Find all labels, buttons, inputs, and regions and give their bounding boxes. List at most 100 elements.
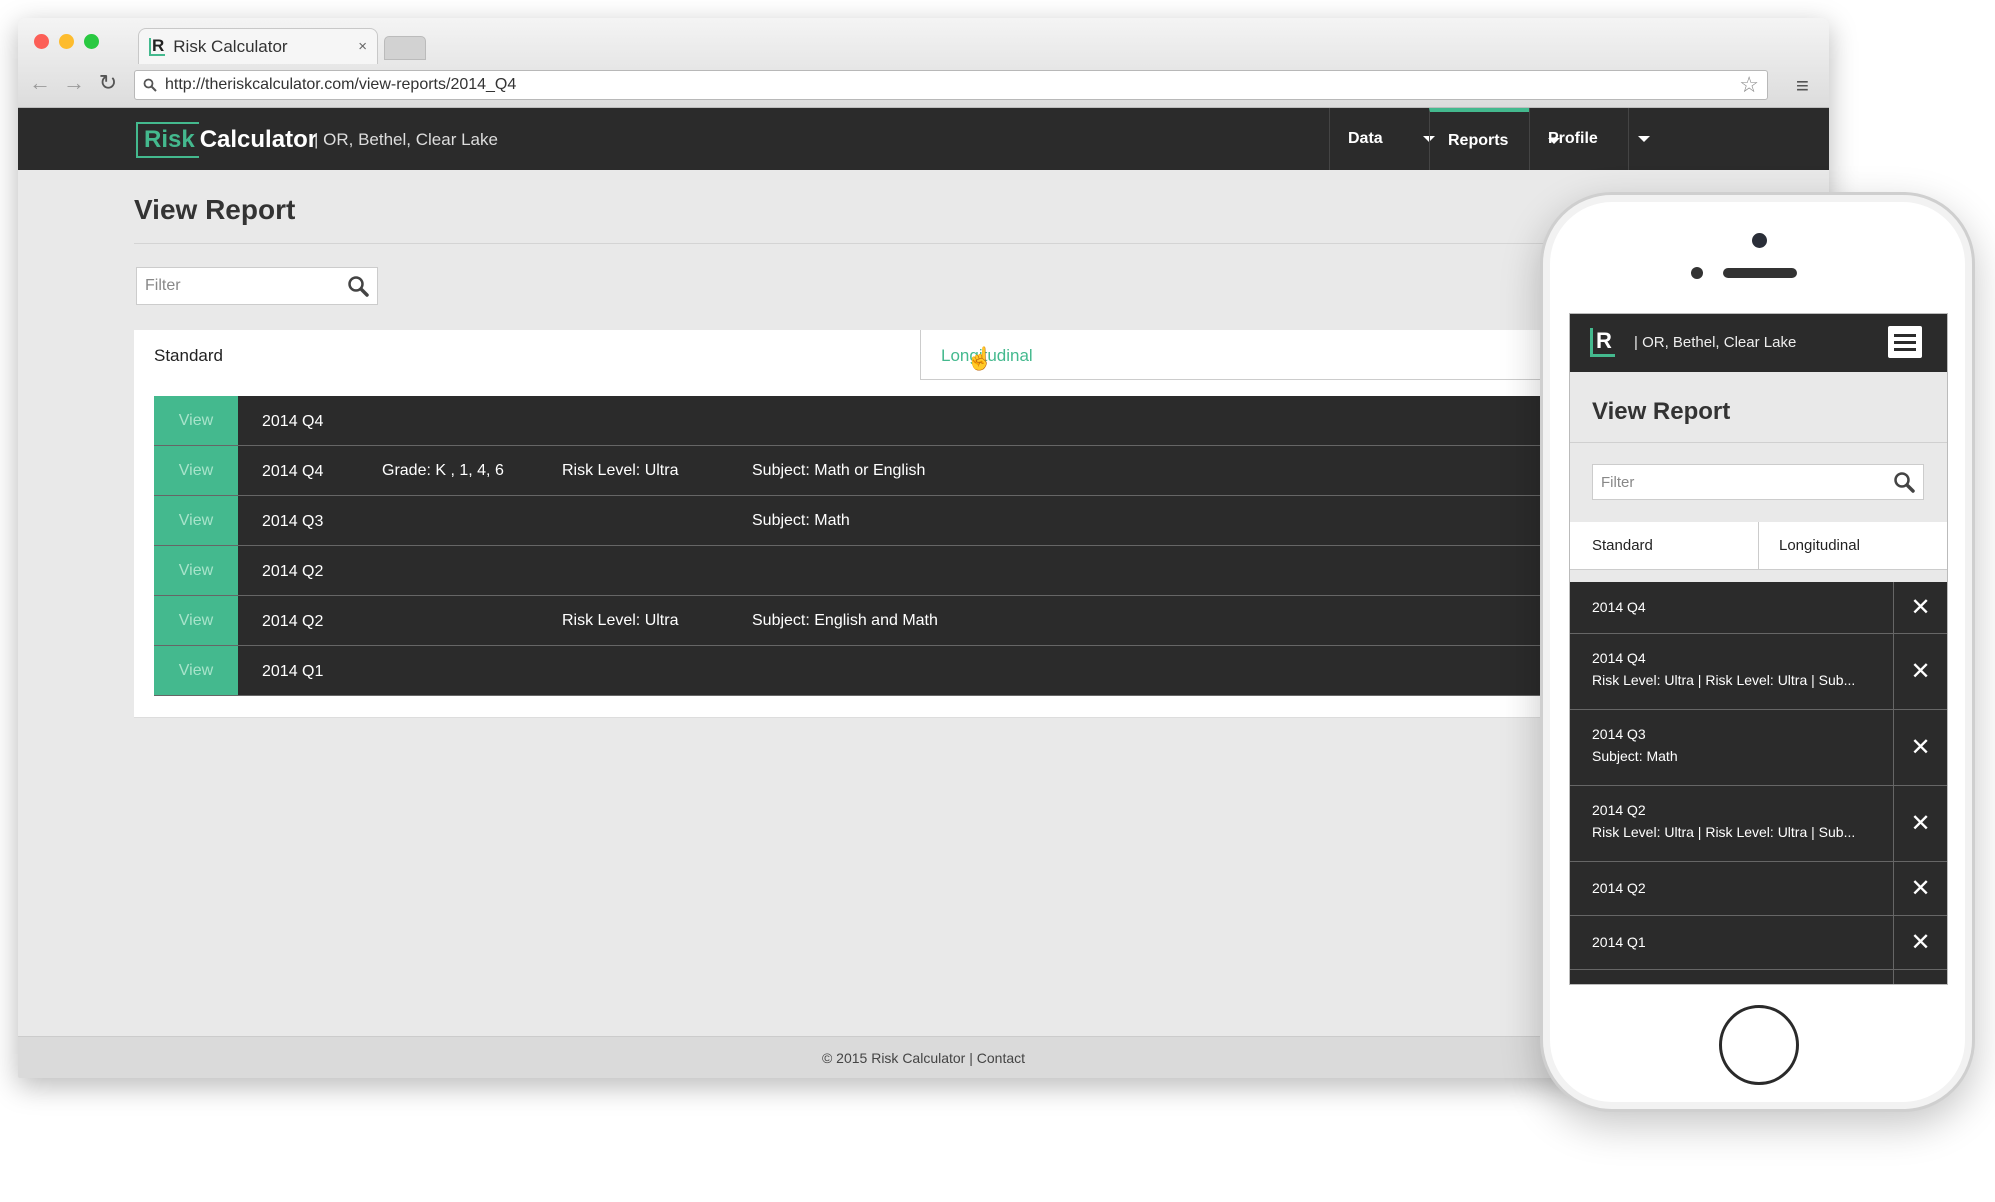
list-item[interactable]: 2014 Q2 Risk Level: Ultra | Risk Level: …: [1570, 786, 1947, 862]
close-icon[interactable]: ✕: [1893, 634, 1947, 709]
mobile-page-title: View Report: [1592, 398, 1731, 425]
tab-standard[interactable]: Standard: [154, 346, 223, 366]
close-icon[interactable]: ✕: [1893, 862, 1947, 915]
list-item[interactable]: 2014 Q1 ✕: [1570, 916, 1947, 970]
row-details: Subject: Math: [1592, 748, 1678, 764]
list-item[interactable]: 2014 Q4 ✕: [1570, 582, 1947, 634]
logo[interactable]: Risk Calculator: [136, 122, 317, 158]
filter-placeholder: Filter: [145, 277, 181, 294]
row-details: Risk Level: Ultra | Risk Level: Ultra | …: [1592, 824, 1856, 840]
view-button[interactable]: View: [154, 496, 238, 545]
list-item[interactable]: 2014 Q4 Risk Level: Ultra | Risk Level: …: [1570, 634, 1947, 710]
camera-icon: [1752, 233, 1767, 248]
period: 2014 Q3: [262, 513, 324, 530]
period: 2014 Q1: [262, 663, 324, 680]
speaker: [1723, 268, 1797, 278]
hamburger-menu-icon[interactable]: [1888, 326, 1922, 358]
subject: Subject: Math: [752, 512, 850, 529]
close-window-button[interactable]: [34, 34, 49, 49]
view-button[interactable]: View: [154, 446, 238, 495]
nav-data[interactable]: Data: [1329, 108, 1435, 170]
sensor: [1691, 267, 1703, 279]
forward-icon[interactable]: →: [62, 70, 86, 96]
view-button[interactable]: View: [154, 646, 238, 695]
nav-reports-label: Reports: [1448, 132, 1509, 149]
main-nav: Data Reports Profile: [1329, 108, 1650, 170]
minimize-window-button[interactable]: [59, 34, 74, 49]
period: 2014 Q4: [262, 463, 324, 480]
mobile-tab-longitudinal[interactable]: Longitudinal: [1758, 522, 1947, 570]
hand-cursor-icon: ☝: [966, 346, 994, 371]
close-icon[interactable]: ✕: [1893, 582, 1947, 633]
mobile-filter-placeholder: Filter: [1601, 473, 1635, 491]
row-period: 2014 Q4: [1592, 599, 1646, 615]
browser-chrome: R Risk Calculator × ← → ↻ http://therisk…: [18, 18, 1829, 108]
nav-profile[interactable]: Profile: [1529, 108, 1650, 170]
report-tabs: Standard Longitudinal: [134, 330, 1634, 380]
row-period: 2014 Q1: [1592, 934, 1646, 950]
mobile-filter-input[interactable]: Filter: [1592, 464, 1924, 500]
view-button[interactable]: View: [154, 396, 238, 445]
mobile-tab-standard[interactable]: Standard: [1592, 537, 1653, 554]
browser-tab[interactable]: R Risk Calculator ×: [138, 28, 378, 64]
period: 2014 Q2: [262, 613, 324, 630]
browser-nav: ← → ↻: [28, 70, 120, 96]
risk-level: Risk Level: Ultra: [562, 462, 679, 479]
list-item[interactable]: 2014 Q2 ✕: [1570, 862, 1947, 916]
close-icon[interactable]: ✕: [1893, 710, 1947, 785]
new-tab-button[interactable]: [384, 36, 426, 60]
nav-profile-label: Profile: [1548, 130, 1598, 147]
risk-level: Risk Level: Ultra: [562, 612, 679, 629]
mobile-report-list: 2014 Q4 ✕ 2014 Q4 Risk Level: Ultra | Ri…: [1570, 582, 1947, 984]
row-period: 2014 Q2: [1592, 802, 1646, 818]
mobile-logo[interactable]: R: [1590, 328, 1615, 357]
logo-risk: Risk: [136, 122, 199, 158]
mobile-location: | OR, Bethel, Clear Lake: [1634, 334, 1797, 351]
phone-screen: R | OR, Bethel, Clear Lake View Report F…: [1569, 313, 1948, 985]
close-icon[interactable]: ✕: [1893, 786, 1947, 861]
subject: Subject: English and Math: [752, 612, 938, 629]
divider: [134, 243, 1634, 244]
location-label: | OR, Bethel, Clear Lake: [314, 130, 498, 149]
close-icon[interactable]: ✕: [1893, 916, 1947, 969]
divider: [1570, 442, 1947, 443]
address-bar[interactable]: http://theriskcalculator.com/view-report…: [134, 70, 1768, 100]
search-icon[interactable]: [1893, 471, 1915, 493]
nav-reports[interactable]: Reports: [1429, 108, 1561, 170]
bookmark-star-icon[interactable]: ☆: [1739, 72, 1759, 98]
url-text[interactable]: http://theriskcalculator.com/view-report…: [165, 76, 1731, 94]
home-button[interactable]: [1719, 1005, 1799, 1085]
grade: Grade: K , 1, 4, 6: [382, 462, 504, 479]
tab-close-icon[interactable]: ×: [358, 38, 367, 55]
table-row: View 2014 Q4: [154, 396, 1634, 446]
maximize-window-button[interactable]: [84, 34, 99, 49]
row-period: 2014 Q4: [1592, 650, 1646, 666]
subject: Subject: Math or English: [752, 462, 926, 479]
table-row: View 2014 Q1: [154, 646, 1634, 696]
mobile-tabs: Standard Longitudinal: [1570, 522, 1947, 570]
reload-icon[interactable]: ↻: [96, 70, 120, 96]
filter-input[interactable]: Filter: [136, 267, 378, 305]
page-title: View Report: [134, 194, 296, 225]
view-button[interactable]: View: [154, 546, 238, 595]
period: 2014 Q4: [262, 413, 324, 430]
footer-text[interactable]: © 2015 Risk Calculator | Contact: [822, 1050, 1025, 1066]
logo-calculator: Calculator: [199, 126, 318, 153]
site-header: Risk Calculator | OR, Bethel, Clear Lake…: [18, 108, 1829, 170]
favicon-icon: R: [149, 37, 166, 56]
tab-title: Risk Calculator: [173, 36, 288, 56]
list-item[interactable]: 2014 Q3 Subject: Math ✕: [1570, 710, 1947, 786]
tab-longitudinal[interactable]: Longitudinal: [920, 330, 1634, 380]
close-icon: [1893, 970, 1947, 984]
table-row: View 2014 Q3 Subject: Math: [154, 496, 1634, 546]
view-button[interactable]: View: [154, 596, 238, 645]
report-list: View 2014 Q4 View 2014 Q4 Grade: K , 1, …: [154, 396, 1634, 696]
browser-menu-icon[interactable]: ≡: [1796, 73, 1809, 99]
row-period: 2014 Q2: [1592, 880, 1646, 896]
chevron-down-icon: [1637, 136, 1650, 142]
search-icon[interactable]: [347, 275, 369, 297]
table-row: View 2014 Q2 Risk Level: Ultra Subject: …: [154, 596, 1634, 646]
phone-mockup: R | OR, Bethel, Clear Lake View Report F…: [1540, 192, 1975, 1112]
back-icon[interactable]: ←: [28, 70, 52, 96]
list-item: [1570, 970, 1947, 984]
